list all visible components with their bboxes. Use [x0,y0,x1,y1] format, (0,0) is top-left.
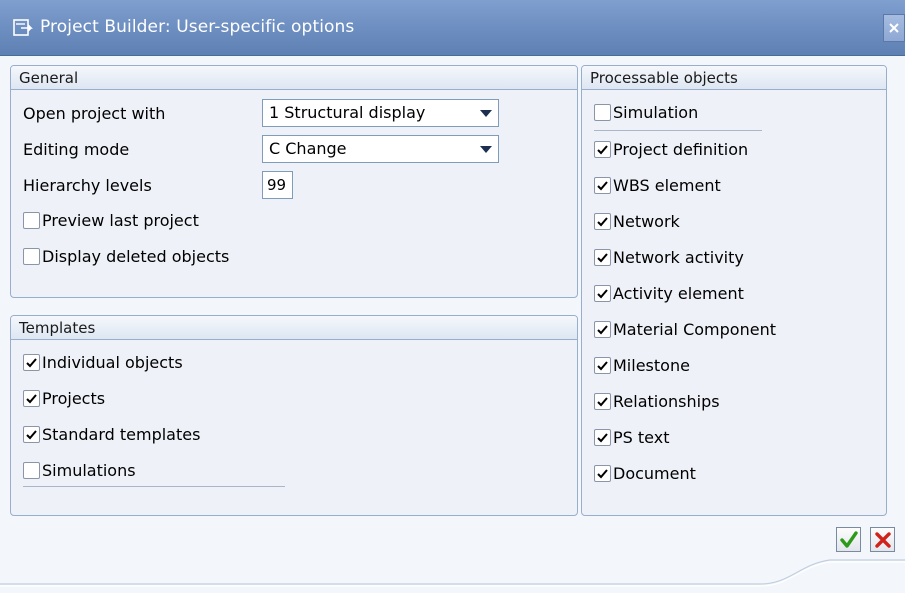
processable-label: PS text [613,428,670,447]
check-mark-icon [26,430,37,440]
display-deleted-objects-label: Display deleted objects [42,247,230,266]
processable-option[interactable]: Document [594,464,696,483]
check-mark-icon [26,358,37,368]
check-mark-icon [597,289,608,299]
chevron-down-icon[interactable] [480,146,492,153]
processable-label: Milestone [613,356,690,375]
processable-objects-group: Processable objects Simulation Project d… [581,65,887,516]
templates-group: Templates Individual objects Projects St… [10,315,578,516]
individual-objects-checkbox[interactable] [23,354,40,371]
check-mark-icon [597,181,608,191]
check-mark-icon [26,394,37,404]
chevron-down-icon[interactable] [480,110,492,117]
simulation-checkbox[interactable] [594,104,611,121]
close-button[interactable] [883,14,905,42]
title-bar: Project Builder: User-specific options [0,0,905,56]
editing-mode-label: Editing mode [23,140,130,159]
check-mark-icon [597,325,608,335]
preview-last-project-checkbox[interactable] [23,212,40,229]
template-option[interactable]: Projects [23,389,105,408]
check-icon [839,530,858,548]
check-mark-icon [597,145,608,155]
wbs-element-checkbox[interactable] [594,177,611,194]
window-icon [13,19,33,36]
open-project-value: 1 Structural display [269,103,426,122]
activity-element-checkbox[interactable] [594,285,611,302]
network-activity-checkbox[interactable] [594,249,611,266]
processable-label: Project definition [613,140,749,159]
preview-last-project-label: Preview last project [42,211,199,230]
window-title: Project Builder: User-specific options [40,17,355,37]
editing-mode-select[interactable]: C Change [262,135,499,163]
simulations-checkbox[interactable] [23,462,40,479]
processable-label: Document [613,464,696,483]
preview-last-project-option[interactable]: Preview last project [23,211,199,230]
check-mark-icon [597,253,608,263]
processable-option[interactable]: Project definition [594,140,748,159]
processable-option[interactable]: Milestone [594,356,690,375]
footer-divider [0,559,905,587]
ps-text-checkbox[interactable] [594,429,611,446]
ok-button[interactable] [836,527,861,552]
templates-header: Templates [11,316,577,340]
check-mark-icon [597,397,608,407]
divider [23,486,285,487]
standard-templates-checkbox[interactable] [23,426,40,443]
processable-label: Network [613,212,680,231]
network-checkbox[interactable] [594,213,611,230]
template-option[interactable]: Simulations [23,461,136,480]
template-label: Projects [42,389,106,408]
dialog-body: General Open project with 1 Structural d… [0,56,905,593]
check-mark-icon [597,217,608,227]
processable-label: Material Component [613,320,776,339]
open-project-label: Open project with [23,104,166,123]
check-mark-icon [597,361,608,371]
hierarchy-levels-input[interactable]: 99 [262,171,293,199]
projects-checkbox[interactable] [23,390,40,407]
processable-label: Activity element [613,284,744,303]
processable-option[interactable]: Material Component [594,320,776,339]
processable-option[interactable]: WBS element [594,176,721,195]
check-mark-icon [597,433,608,443]
open-project-select[interactable]: 1 Structural display [262,99,499,127]
display-deleted-objects-checkbox[interactable] [23,248,40,265]
template-label: Individual objects [42,353,183,372]
milestone-checkbox[interactable] [594,357,611,374]
processable-option[interactable]: Relationships [594,392,720,411]
relationships-checkbox[interactable] [594,393,611,410]
check-mark-icon [597,469,608,479]
project-definition-checkbox[interactable] [594,141,611,158]
processable-option[interactable]: Network activity [594,248,744,267]
processable-objects-header: Processable objects [582,66,886,90]
processable-label: Simulation [613,103,699,122]
template-label: Standard templates [42,425,201,444]
processable-option[interactable]: PS text [594,428,669,447]
processable-option[interactable]: Network [594,212,680,231]
material-component-checkbox[interactable] [594,321,611,338]
close-icon [889,23,899,33]
editing-mode-value: C Change [269,139,347,158]
divider [594,130,762,131]
cancel-button[interactable] [870,527,895,552]
template-option[interactable]: Standard templates [23,425,200,444]
display-deleted-objects-option[interactable]: Display deleted objects [23,247,229,266]
processable-option[interactable]: Simulation [594,103,698,122]
template-label: Simulations [42,461,136,480]
processable-label: Relationships [613,392,720,411]
general-group: General Open project with 1 Structural d… [10,65,578,298]
processable-option[interactable]: Activity element [594,284,744,303]
hierarchy-levels-label: Hierarchy levels [23,176,152,195]
general-header: General [11,66,577,90]
processable-label: WBS element [613,176,721,195]
template-option[interactable]: Individual objects [23,353,183,372]
processable-label: Network activity [613,248,744,267]
document-checkbox[interactable] [594,465,611,482]
x-icon [874,531,891,548]
